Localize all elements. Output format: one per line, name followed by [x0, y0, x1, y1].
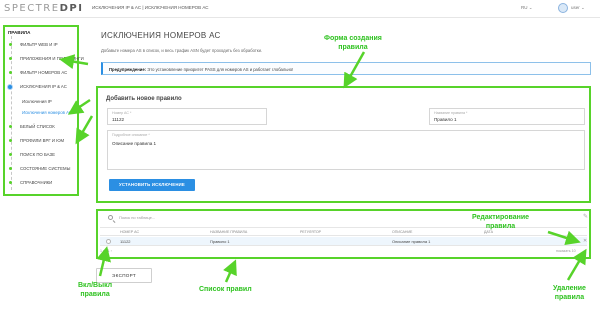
warning-banner: Предупреждение: Это установление приорит… [101, 62, 591, 75]
column-header-rule-name[interactable]: НАЗВАНИЕ ПРАВИЛА [210, 230, 247, 234]
active-bullet-icon [7, 84, 13, 90]
sidebar-item-system-status[interactable]: СОСТОЯНИЕ СИСТЕМЫ [5, 165, 77, 174]
warning-label: Предупреждение: [109, 67, 147, 72]
sidebar-item-db-search[interactable]: ПОИСК ПО БАЗЕ [5, 151, 77, 160]
bullet-icon [9, 125, 12, 128]
sidebar-item-as-filter[interactable]: ФИЛЬТР НОМЕРОВ АС [5, 69, 77, 78]
annotation-create-form: Форма создания правила [324, 35, 382, 51]
bullet-icon [9, 181, 12, 184]
sidebar-subitem-as-exceptions[interactable]: Исключения номеров АС [22, 110, 72, 115]
sidebar-subitem-ip-exceptions[interactable]: Исключения IP [22, 99, 52, 104]
delete-trash-icon[interactable]: ✕ [583, 238, 587, 244]
sidebar-item-web-ip-filter[interactable]: ФИЛЬТР WEB И IP [5, 41, 77, 50]
sidebar-item-applications[interactable]: ПРИЛОЖЕНИЯ И ПОЛИСИНГИ [5, 55, 84, 64]
rule-name-value: Правило 1 [434, 117, 457, 122]
sidebar-item-ip-as-exceptions[interactable]: ИСКЛЮЧЕНИЯ IP & AC [5, 83, 77, 92]
page-title: ИСКЛЮЧЕНИЯ НОМЕРОВ АС [101, 31, 221, 40]
as-number-label: Номер АС * [112, 111, 132, 115]
create-rule-form: Добавить новое правило Номер АС * 11122 … [96, 86, 591, 203]
edit-pencil-icon[interactable]: ✎ [574, 238, 578, 244]
cell-as-number: 11122 [120, 239, 131, 244]
bullet-icon [9, 71, 12, 74]
annotation-rules-list: Список правил [199, 286, 252, 293]
as-number-field[interactable]: Номер АС * 11122 [107, 108, 267, 125]
breadcrumb: ИСКЛЮЧЕНИЯ IP & AC | ИСКЛЮЧЕНИЯ НОМЕРОВ … [92, 5, 209, 10]
sidebar-heading: ПРАВИЛА [8, 30, 31, 35]
top-bar: SPECTREDPI ИСКЛЮЧЕНИЯ IP & AC | ИСКЛЮЧЕН… [0, 0, 600, 18]
rule-name-field[interactable]: Название правила * Правило 1 [429, 108, 585, 125]
annotation-toggle-rule: Вкл/Выкл правила [78, 282, 113, 298]
table-settings-icon[interactable]: ✎ [583, 213, 588, 220]
description-value: Описание правила 1 [112, 141, 157, 146]
column-header-as-number[interactable]: НОМЕР АС [120, 230, 139, 234]
description-label: Подробное описание * [112, 133, 150, 137]
bullet-icon [9, 153, 12, 156]
bullet-icon [9, 57, 12, 60]
page-description: Добавьте номера AS в список, и весь траф… [101, 48, 263, 53]
language-selector[interactable]: RU ⌄ [521, 5, 533, 11]
annotation-delete-rule: Удаление правила [553, 285, 586, 301]
page-size-selector[interactable]: показать 10 [556, 249, 576, 253]
rule-name-label: Название правила * [434, 111, 468, 115]
table-row[interactable]: 11122 Правило 1 Описание правила 1 ✎ ✕ [100, 237, 587, 246]
app-logo[interactable]: SPECTREDPI [4, 3, 83, 14]
cell-rule-name: Правило 1 [210, 239, 230, 244]
column-header-regulator[interactable]: РЕГУЛЯТОР [300, 230, 321, 234]
annotation-edit-rule: Редактирование правила [472, 214, 530, 230]
bullet-icon [9, 139, 12, 142]
warning-text: Это установление приоритет PASS для номе… [146, 67, 294, 72]
sidebar-item-whitelist[interactable]: БЕЛЫЙ СПИСОК [5, 123, 77, 132]
sidebar-item-profiles[interactable]: ПРОФИЛИ ВРГ И ЮМ [5, 137, 77, 146]
table-search-input[interactable]: Поиск по таблице... [119, 215, 155, 220]
bullet-icon [9, 167, 12, 170]
sidebar-item-references[interactable]: СПРАВОЧНИКИ [5, 179, 77, 188]
pagination-info[interactable]: 1 из 1 › [100, 249, 112, 253]
user-avatar-icon[interactable] [558, 3, 568, 13]
search-icon [108, 215, 113, 220]
rule-toggle[interactable] [106, 239, 111, 244]
set-exception-button[interactable]: УСТАНОВИТЬ ИСКЛЮЧЕНИЕ [109, 179, 195, 191]
description-field[interactable]: Подробное описание * Описание правила 1 [107, 130, 585, 170]
form-title: Добавить новое правило [106, 96, 182, 102]
column-header-description[interactable]: ОПИСАНИЕ [392, 230, 412, 234]
user-menu[interactable]: user ⌄ [571, 5, 585, 11]
sidebar: ПРАВИЛА ФИЛЬТР WEB И IP ПРИЛОЖЕНИЯ И ПОЛ… [3, 25, 84, 196]
bullet-icon [9, 43, 12, 46]
cell-description: Описание правила 1 [392, 239, 431, 244]
as-number-value: 11122 [112, 117, 125, 122]
